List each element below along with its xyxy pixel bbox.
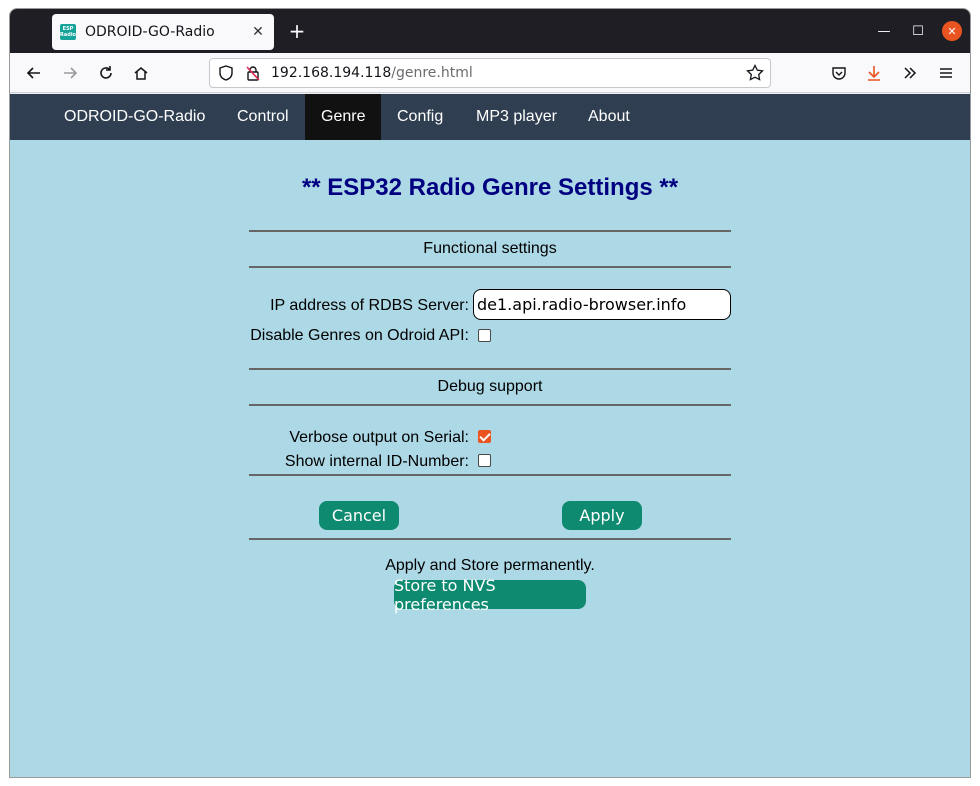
- nav-control-link[interactable]: Control: [221, 94, 305, 140]
- back-icon[interactable]: [21, 60, 47, 86]
- store-info-text: Apply and Store permanently.: [385, 557, 595, 574]
- home-icon[interactable]: [128, 60, 154, 86]
- page-title: ** ESP32 Radio Genre Settings **: [301, 174, 679, 201]
- menu-icon[interactable]: [933, 60, 959, 86]
- tab-close-icon[interactable]: ✕: [248, 22, 268, 42]
- apply-button[interactable]: Apply: [562, 501, 642, 530]
- site-nav: ODROID-GO-Radio Control Genre Config MP3…: [10, 94, 970, 140]
- favicon-icon: ESP Radio: [60, 24, 76, 40]
- extensions-overflow-icon[interactable]: [897, 60, 923, 86]
- divider: [249, 404, 731, 406]
- window-close-icon[interactable]: ✕: [942, 21, 962, 41]
- nav-mp3-player-link[interactable]: MP3 player: [460, 94, 573, 140]
- forward-icon[interactable]: [57, 60, 83, 86]
- bookmark-star-icon[interactable]: [746, 64, 764, 86]
- debug-support-title: Debug support: [437, 378, 543, 395]
- nav-config-link[interactable]: Config: [381, 94, 459, 140]
- divider: [249, 266, 731, 268]
- pocket-icon[interactable]: [826, 60, 852, 86]
- store-nvs-button[interactable]: Store to NVS preferences: [394, 576, 586, 614]
- verbose-output-checkbox[interactable]: [478, 430, 491, 443]
- disable-genres-label: Disable Genres on Odroid API:: [250, 327, 469, 344]
- maximize-icon[interactable]: ☐: [908, 21, 928, 41]
- server-label: IP address of RDBS Server:: [270, 297, 469, 314]
- verbose-output-label: Verbose output on Serial:: [289, 429, 469, 446]
- browser-window: ESP Radio ODROID-GO-Radio ✕ + — ☐ ✕ 192.…: [9, 8, 971, 778]
- functional-settings-title: Functional settings: [423, 240, 557, 257]
- nav-genre-link[interactable]: Genre: [305, 94, 382, 140]
- new-tab-icon[interactable]: +: [286, 19, 308, 43]
- disable-genres-checkbox[interactable]: [478, 329, 491, 342]
- divider: [249, 538, 731, 540]
- insecure-lock-icon[interactable]: [245, 65, 261, 85]
- divider: [249, 368, 731, 370]
- browser-tab[interactable]: ESP Radio ODROID-GO-Radio ✕: [52, 14, 274, 50]
- browser-toolbar: 192.168.194.118/genre.html: [10, 53, 970, 93]
- show-id-label: Show internal ID-Number:: [284, 453, 469, 470]
- url-text: 192.168.194.118/genre.html: [271, 65, 473, 81]
- tab-bar: ESP Radio ODROID-GO-Radio ✕ + — ☐ ✕: [10, 9, 970, 53]
- cancel-button[interactable]: Cancel: [319, 501, 399, 530]
- divider: [249, 230, 731, 232]
- reload-icon[interactable]: [93, 60, 119, 86]
- rdbs-server-input[interactable]: [473, 289, 731, 320]
- shield-icon[interactable]: [218, 65, 234, 85]
- url-bar[interactable]: 192.168.194.118/genre.html: [209, 58, 771, 88]
- minimize-icon[interactable]: —: [874, 21, 894, 41]
- divider: [249, 474, 731, 476]
- download-icon[interactable]: [861, 60, 887, 86]
- web-page: ODROID-GO-Radio Control Genre Config MP3…: [10, 94, 970, 777]
- nav-home-link[interactable]: ODROID-GO-Radio: [48, 94, 221, 140]
- nav-about-link[interactable]: About: [572, 94, 646, 140]
- tab-title: ODROID-GO-Radio: [85, 24, 215, 40]
- show-id-checkbox[interactable]: [478, 454, 491, 467]
